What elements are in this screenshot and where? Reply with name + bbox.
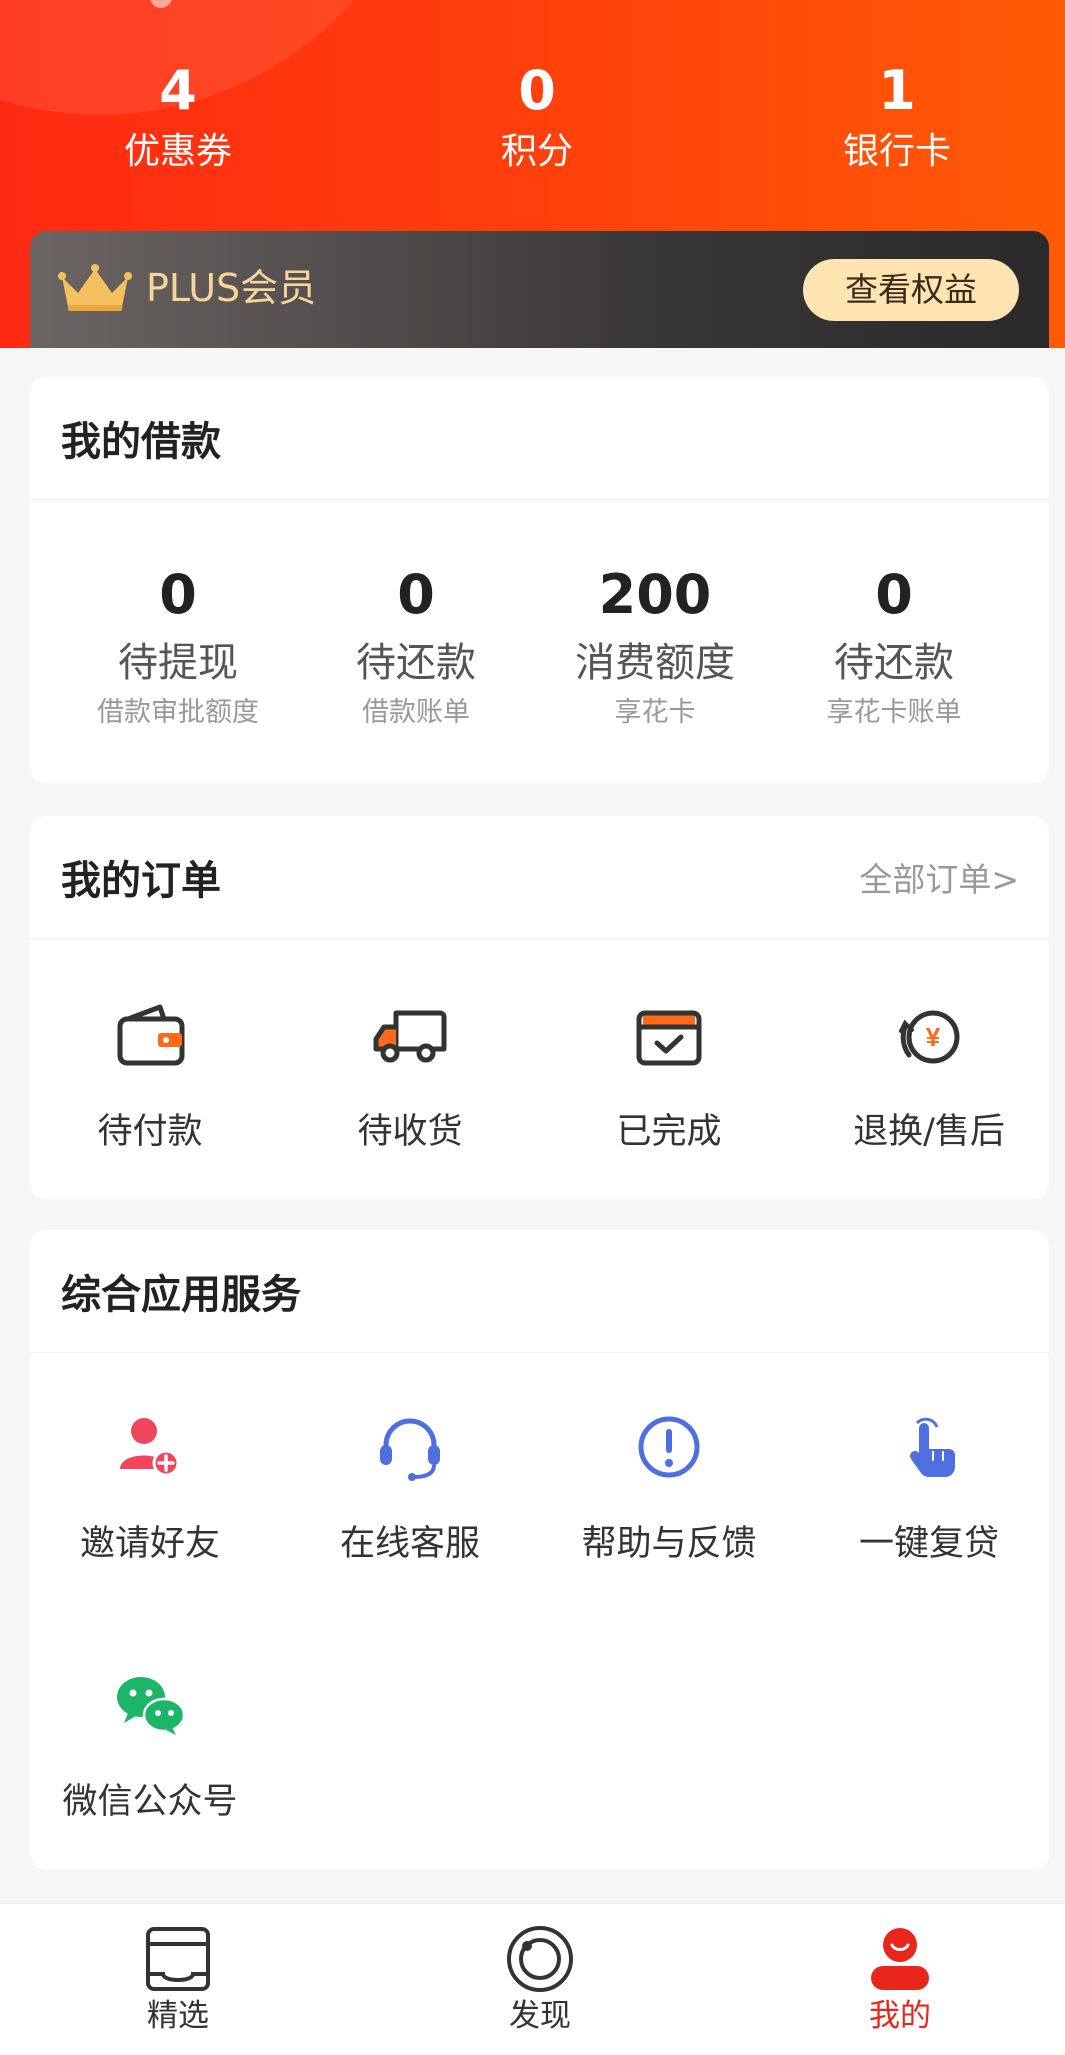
crown-icon xyxy=(58,263,132,313)
stat-value: 0 xyxy=(518,59,556,122)
service-wechat-account[interactable]: 微信公众号 xyxy=(30,1663,270,1827)
headset-icon xyxy=(368,1405,452,1489)
loan-title: 待提现 xyxy=(118,640,238,686)
tap-hand-icon xyxy=(887,1405,971,1489)
service-quick-reloan[interactable]: 一键复贷 xyxy=(809,1405,1049,1569)
loan-sub: 享花卡账单 xyxy=(826,697,962,728)
featured-icon xyxy=(143,1924,213,1994)
service-label: 邀请好友 xyxy=(79,1524,220,1564)
wechat-icon xyxy=(108,1663,192,1747)
card-title: 我的借款 xyxy=(61,419,221,465)
truck-icon xyxy=(368,993,452,1077)
profile-header: 4 优惠券 0 积分 1 银行卡 PLUS会员 查看权益 xyxy=(0,0,1065,348)
tab-discover[interactable]: 发现 xyxy=(470,1924,610,2038)
service-label: 在线客服 xyxy=(339,1524,480,1564)
loan-title: 消费额度 xyxy=(575,640,735,686)
box-check-icon xyxy=(627,993,711,1077)
loan-title: 待还款 xyxy=(834,640,954,686)
bottom-tab-bar: 精选 发现 我的 xyxy=(0,1903,1065,2055)
tab-profile[interactable]: 我的 xyxy=(830,1924,970,2038)
order-completed[interactable]: 已完成 xyxy=(549,993,789,1157)
service-customer-support[interactable]: 在线客服 xyxy=(290,1405,530,1569)
order-label: 退换/售后 xyxy=(853,1112,1005,1152)
stat-label: 优惠券 xyxy=(123,131,232,172)
card-title: 综合应用服务 xyxy=(61,1272,301,1318)
svg-text:¥: ¥ xyxy=(926,1022,941,1052)
stat-label: 积分 xyxy=(500,131,573,172)
view-benefits-button[interactable]: 查看权益 xyxy=(803,259,1019,321)
order-label: 已完成 xyxy=(616,1112,722,1152)
all-orders-link[interactable]: 全部订单> xyxy=(859,856,1019,904)
stat-value: 4 xyxy=(159,59,197,122)
tab-label: 我的 xyxy=(869,1998,931,2034)
loan-item-withdraw[interactable]: 0 待提现 借款审批额度 xyxy=(58,559,298,733)
tab-label: 精选 xyxy=(147,1998,209,2034)
order-pending-payment[interactable]: 待付款 xyxy=(30,993,270,1157)
loan-value: 0 xyxy=(397,563,435,626)
stat-value: 1 xyxy=(878,59,916,122)
service-help-feedback[interactable]: 帮助与反馈 xyxy=(549,1405,789,1569)
help-icon xyxy=(627,1405,711,1489)
plus-label: PLUS会员 xyxy=(146,266,317,310)
order-label: 待收货 xyxy=(357,1112,463,1152)
service-invite-friends[interactable]: 邀请好友 xyxy=(30,1405,270,1569)
loan-title: 待还款 xyxy=(356,640,476,686)
wallet-icon xyxy=(108,993,192,1077)
card-header: 综合应用服务 xyxy=(30,1230,1049,1353)
invite-user-icon xyxy=(108,1405,192,1489)
service-label: 一键复贷 xyxy=(858,1524,999,1564)
stat-label: 银行卡 xyxy=(842,131,951,172)
stat-coupons[interactable]: 4 优惠券 xyxy=(58,55,298,177)
order-after-sales[interactable]: ¥ 退换/售后 xyxy=(809,993,1049,1157)
stat-points[interactable]: 0 积分 xyxy=(417,55,657,177)
loan-sub: 享花卡 xyxy=(614,697,696,728)
loan-item-credit-limit[interactable]: 200 消费额度 享花卡 xyxy=(535,559,775,733)
tab-featured[interactable]: 精选 xyxy=(108,1924,248,2038)
discover-icon xyxy=(505,1924,575,1994)
loan-item-card-repay[interactable]: 0 待还款 享花卡账单 xyxy=(774,559,1014,733)
loan-value: 0 xyxy=(159,563,197,626)
loan-value: 200 xyxy=(598,563,712,626)
stat-bank-cards[interactable]: 1 银行卡 xyxy=(777,55,1017,177)
order-label: 待付款 xyxy=(97,1112,203,1152)
profile-icon xyxy=(865,1924,935,1994)
loan-item-repay[interactable]: 0 待还款 借款账单 xyxy=(296,559,536,733)
card-title: 我的订单 xyxy=(61,858,221,904)
loan-sub: 借款账单 xyxy=(362,697,470,728)
refund-icon: ¥ xyxy=(887,993,971,1077)
loan-value: 0 xyxy=(875,563,913,626)
card-header: 我的借款 xyxy=(30,377,1049,500)
card-header: 我的订单 全部订单> xyxy=(30,816,1049,939)
loan-sub: 借款审批额度 xyxy=(97,697,259,728)
tab-label: 发现 xyxy=(509,1998,571,2034)
service-label: 帮助与反馈 xyxy=(581,1524,757,1564)
account-stats: 4 优惠券 0 积分 1 银行卡 xyxy=(0,55,1065,185)
service-label: 微信公众号 xyxy=(62,1782,238,1822)
order-pending-delivery[interactable]: 待收货 xyxy=(290,993,530,1157)
plus-member-banner[interactable]: PLUS会员 查看权益 xyxy=(30,231,1049,348)
